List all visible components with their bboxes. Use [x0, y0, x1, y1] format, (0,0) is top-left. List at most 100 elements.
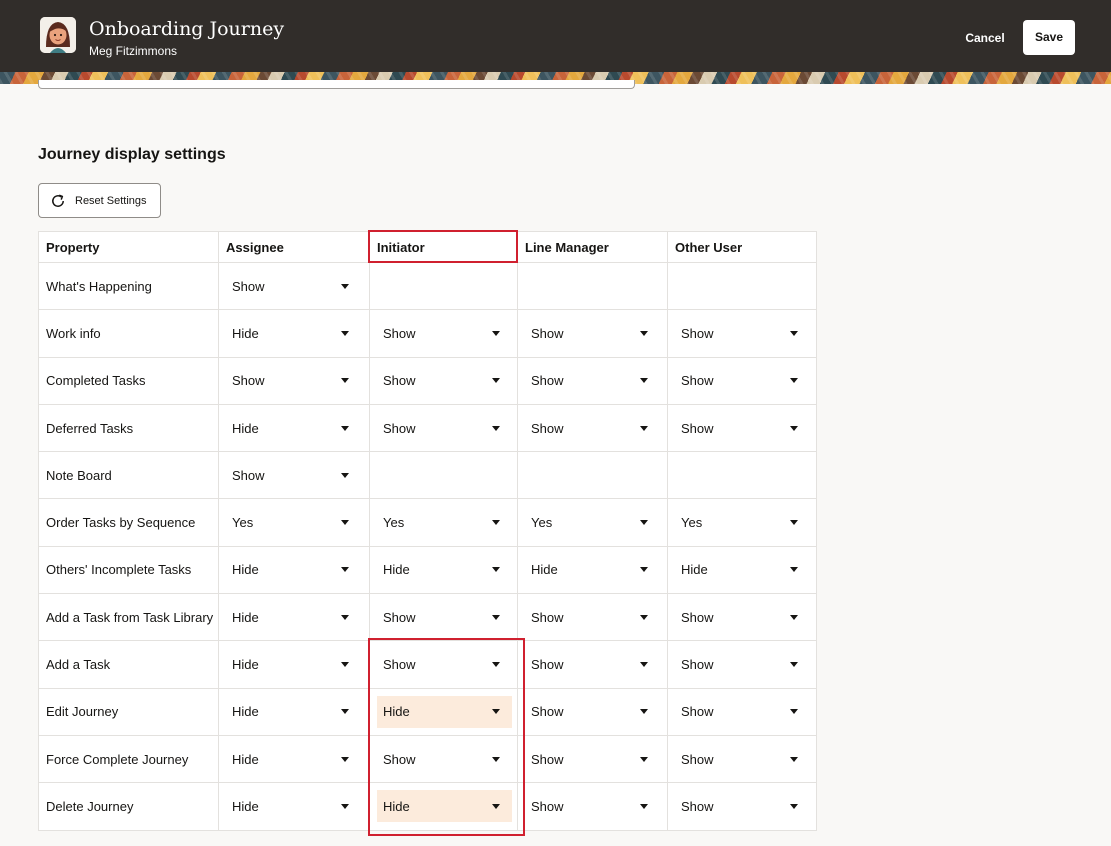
assignee-select[interactable]: Show	[226, 270, 361, 302]
other-user-select[interactable]: Yes	[675, 507, 810, 539]
initiator-select[interactable]: Yes	[377, 507, 512, 539]
select-value: Hide	[383, 704, 410, 720]
select-value: Show	[383, 420, 416, 436]
chevron-down-icon	[341, 472, 349, 478]
reset-settings-button[interactable]: Reset Settings	[38, 183, 161, 218]
text-field-above[interactable]	[38, 80, 635, 89]
cancel-button[interactable]: Cancel	[956, 25, 1014, 51]
cell-other-user: Show	[667, 403, 817, 453]
app-header: Onboarding Journey Meg Fitzimmons Cancel…	[0, 0, 1111, 74]
cell-initiator: Show	[369, 403, 518, 453]
cell-other-user: Show	[667, 356, 817, 405]
chevron-down-icon	[790, 803, 798, 809]
select-value: Hide	[383, 562, 410, 578]
initiator-select[interactable]: Show	[377, 412, 512, 444]
column-header-line-manager: Line Manager	[517, 231, 668, 263]
line-manager-select[interactable]: Hide	[525, 554, 660, 586]
cell-other-user	[667, 451, 817, 500]
assignee-select[interactable]: Hide	[226, 554, 361, 586]
other-user-select[interactable]: Hide	[675, 554, 810, 586]
other-user-select[interactable]: Show	[675, 649, 810, 681]
table-row: Delete Journey Hide Hide Show Show	[38, 782, 817, 831]
select-value: Hide	[232, 562, 259, 578]
initiator-select[interactable]: Show	[377, 743, 512, 775]
cell-other-user: Show	[667, 593, 817, 642]
select-value: Show	[681, 751, 714, 767]
assignee-select[interactable]: Hide	[226, 412, 361, 444]
cell-initiator: Show	[369, 593, 518, 642]
chevron-down-icon	[341, 709, 349, 715]
initiator-select[interactable]: Hide	[377, 554, 512, 586]
line-manager-select[interactable]: Show	[525, 365, 660, 397]
chevron-down-icon	[492, 803, 500, 809]
initiator-select[interactable]: Hide	[377, 790, 512, 823]
assignee-select[interactable]: Hide	[226, 601, 361, 633]
property-others-incomplete-tasks: Others' Incomplete Tasks	[38, 545, 219, 595]
reset-settings-label: Reset Settings	[75, 194, 147, 207]
property-deferred-tasks: Deferred Tasks	[38, 403, 219, 453]
select-value: Show	[232, 467, 265, 483]
other-user-select[interactable]: Show	[675, 743, 810, 775]
cell-assignee: Hide	[218, 782, 370, 831]
assignee-select[interactable]: Hide	[226, 317, 361, 349]
assignee-select[interactable]: Hide	[226, 790, 361, 822]
chevron-down-icon	[790, 662, 798, 668]
cell-assignee: Hide	[218, 545, 370, 595]
assignee-select[interactable]: Hide	[226, 649, 361, 681]
assignee-select[interactable]: Hide	[226, 743, 361, 775]
cell-line-manager: Hide	[517, 545, 668, 595]
assignee-select[interactable]: Yes	[226, 507, 361, 539]
cell-initiator: Hide	[369, 782, 518, 831]
property-note-board: Note Board	[38, 451, 219, 500]
initiator-select[interactable]: Show	[377, 601, 512, 633]
cell-line-manager: Show	[517, 734, 668, 784]
line-manager-select[interactable]: Show	[525, 743, 660, 775]
select-value: Hide	[531, 562, 558, 578]
other-user-select[interactable]: Show	[675, 601, 810, 633]
settings-table: Property Assignee Initiator Line Manager…	[38, 231, 817, 831]
property-work-info: Work info	[38, 309, 219, 358]
initiator-select[interactable]: Show	[377, 365, 512, 397]
property-add-a-task: Add a Task	[38, 640, 219, 689]
chevron-down-icon	[640, 378, 648, 384]
line-manager-select[interactable]: Show	[525, 412, 660, 444]
table-header-row: Property Assignee Initiator Line Manager…	[38, 231, 817, 263]
select-value: Show	[531, 325, 564, 341]
chevron-down-icon	[790, 614, 798, 620]
other-user-select[interactable]: Show	[675, 696, 810, 728]
cell-other-user: Yes	[667, 498, 817, 547]
other-user-select[interactable]: Show	[675, 317, 810, 349]
initiator-select[interactable]: Hide	[377, 695, 512, 728]
select-value: Show	[681, 798, 714, 814]
other-user-select[interactable]: Show	[675, 790, 810, 822]
other-user-select[interactable]: Show	[675, 412, 810, 444]
save-button[interactable]: Save	[1023, 20, 1075, 55]
table-row: Note Board Show	[38, 451, 817, 500]
initiator-select[interactable]: Show	[377, 649, 512, 681]
chevron-down-icon	[492, 378, 500, 384]
chevron-down-icon	[492, 520, 500, 526]
select-value: Show	[383, 325, 416, 341]
table-row: Force Complete Journey Hide Show Show Show	[38, 734, 817, 784]
assignee-select[interactable]: Show	[226, 459, 361, 491]
initiator-select[interactable]: Show	[377, 317, 512, 349]
assignee-select[interactable]: Hide	[226, 696, 361, 728]
other-user-select[interactable]: Show	[675, 365, 810, 397]
chevron-down-icon	[341, 283, 349, 289]
line-manager-select[interactable]: Show	[525, 601, 660, 633]
cell-line-manager	[517, 451, 668, 500]
line-manager-select[interactable]: Yes	[525, 507, 660, 539]
line-manager-select[interactable]: Show	[525, 649, 660, 681]
chevron-down-icon	[640, 614, 648, 620]
select-value: Hide	[232, 751, 259, 767]
chevron-down-icon	[341, 803, 349, 809]
select-value: Show	[383, 609, 416, 625]
assignee-select[interactable]: Show	[226, 365, 361, 397]
line-manager-select[interactable]: Show	[525, 790, 660, 822]
cell-line-manager: Show	[517, 687, 668, 736]
line-manager-select[interactable]: Show	[525, 696, 660, 728]
select-value: Show	[232, 278, 265, 294]
cell-line-manager: Show	[517, 356, 668, 405]
line-manager-select[interactable]: Show	[525, 317, 660, 349]
chevron-down-icon	[790, 520, 798, 526]
